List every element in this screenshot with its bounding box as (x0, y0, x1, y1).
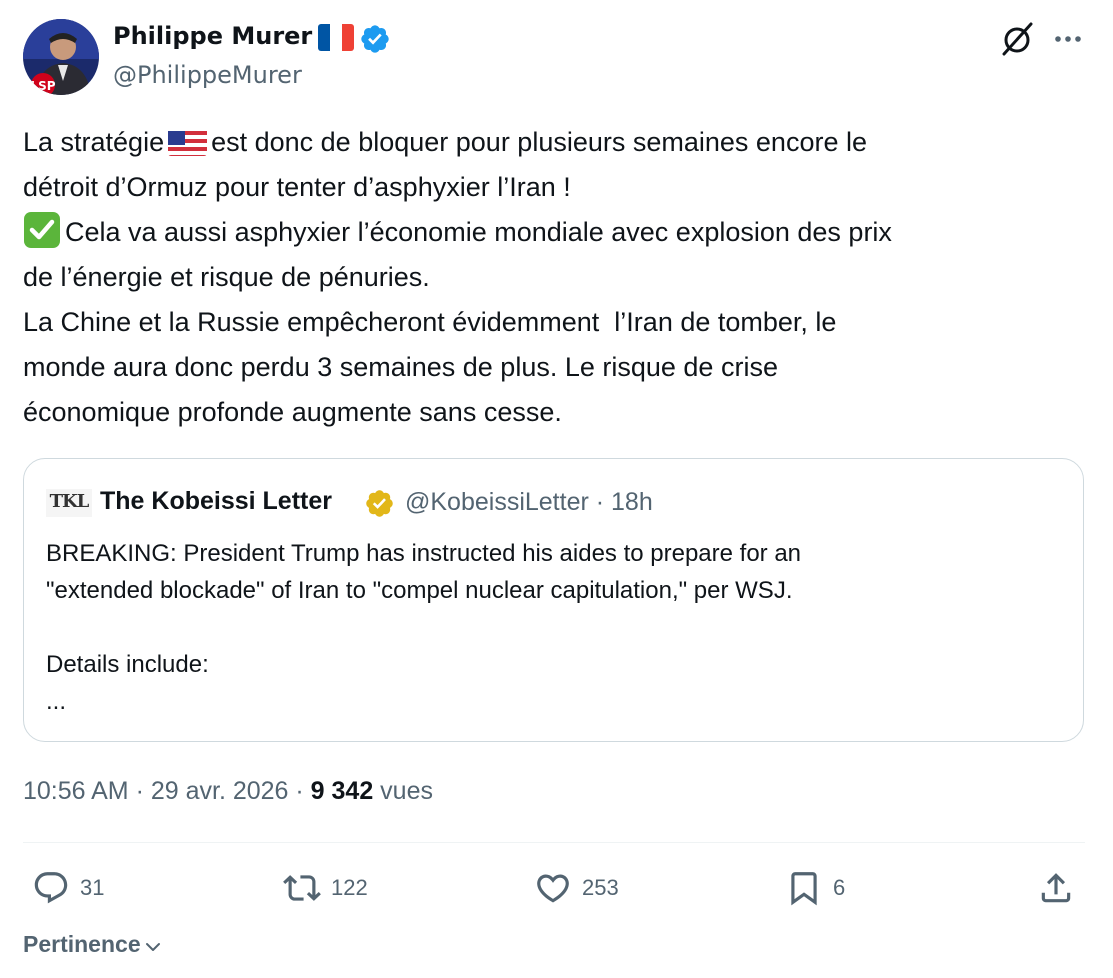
divider (23, 842, 1085, 843)
quote-author-avatar[interactable]: TKL (46, 489, 92, 517)
tweet-line: monde aura donc perdu 3 semaines de plus… (23, 352, 778, 382)
avatar-badge: LSP (30, 79, 55, 93)
grok-icon[interactable] (998, 20, 1036, 58)
chevron-down-icon (145, 942, 160, 951)
sort-label: Pertinence (23, 931, 141, 957)
retweet-icon (283, 875, 321, 901)
like-button[interactable]: 253 (534, 866, 619, 910)
replies-sort-dropdown[interactable]: Pertinence (23, 931, 163, 958)
quote-line: BREAKING: President Trump has instructed… (46, 540, 802, 567)
retweet-count: 122 (331, 875, 368, 900)
timestamp[interactable]: 10:56 AM · 29 avr. 2026 · (23, 777, 311, 805)
bookmark-count: 6 (833, 875, 846, 900)
quoted-tweet-card[interactable]: TKL The Kobeissi Letter @KobeissiLetter … (23, 458, 1084, 742)
verified-badge-icon (361, 25, 389, 53)
quote-author-name[interactable]: The Kobeissi Letter (100, 487, 332, 516)
share-icon (1041, 873, 1071, 903)
quote-line: ... (46, 688, 67, 715)
reply-count: 31 (80, 875, 105, 900)
author-name[interactable]: Philippe Murer (113, 22, 312, 50)
reply-button[interactable]: 31 (32, 866, 104, 910)
gold-verified-badge-icon (366, 490, 393, 517)
tweet-line: détroit d’Ormuz pour tenter d’asphyxier … (23, 172, 571, 202)
tweet-line: économique profonde augmente sans cesse. (23, 397, 562, 427)
usa-flag-icon (168, 128, 208, 156)
views-count: 9 342 (310, 777, 374, 805)
more-options-icon[interactable] (1052, 24, 1084, 54)
tweet-line: La stratégie est donc de bloquer pour pl… (23, 127, 867, 157)
tweet-line: La Chine et la Russie empêcheront évidem… (23, 307, 837, 337)
bookmark-button[interactable]: 6 (785, 866, 845, 910)
author-handle[interactable]: @PhilippeMurer (113, 61, 302, 89)
heart-icon (537, 874, 569, 903)
share-button[interactable] (1037, 866, 1075, 910)
quote-author-handle-time[interactable]: @KobeissiLetter · 18h (405, 488, 653, 517)
tweet-meta: 10:56 AM · 29 avr. 2026 · 9 342 vues (23, 777, 433, 806)
france-flag-icon (318, 24, 354, 51)
quote-text: BREAKING: President Trump has instructed… (46, 535, 1056, 720)
check-mark-icon (23, 211, 61, 249)
tweet-line: Cela va aussi asphyxier l’économie mondi… (23, 210, 1083, 255)
retweet-button[interactable]: 122 (283, 866, 368, 910)
views-label: vues (373, 777, 433, 805)
quote-line (46, 609, 1056, 646)
like-count: 253 (582, 875, 619, 900)
quote-line: Details include: (46, 651, 209, 678)
reply-icon (34, 872, 68, 904)
tweet-line: de l’énergie et risque de pénuries. (23, 262, 430, 292)
author-avatar[interactable]: LSP (23, 19, 99, 95)
bookmark-icon (791, 872, 817, 906)
tweet-text: La stratégie est donc de bloquer pour pl… (23, 120, 1083, 435)
quote-line: "extended blockade" of Iran to "compel n… (46, 577, 793, 604)
